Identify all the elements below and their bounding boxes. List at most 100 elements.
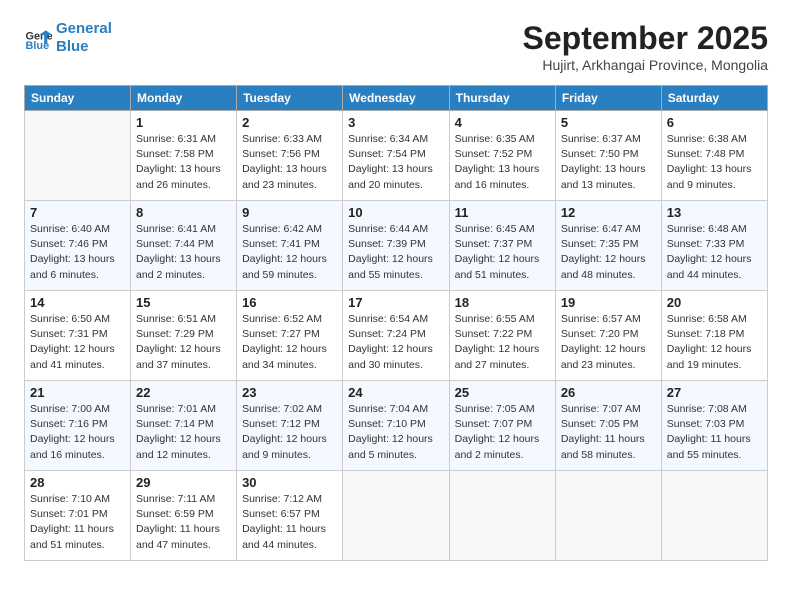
- day-info: Sunrise: 6:51 AM Sunset: 7:29 PM Dayligh…: [136, 312, 231, 373]
- day-number: 26: [561, 385, 656, 400]
- calendar-cell: 6 Sunrise: 6:38 AM Sunset: 7:48 PM Daylig…: [661, 111, 767, 201]
- day-info: Sunrise: 6:55 AM Sunset: 7:22 PM Dayligh…: [455, 312, 550, 373]
- calendar-cell: 3 Sunrise: 6:34 AM Sunset: 7:54 PM Daylig…: [343, 111, 449, 201]
- calendar-week-row: 1 Sunrise: 6:31 AM Sunset: 7:58 PM Daylig…: [25, 111, 768, 201]
- day-number: 3: [348, 115, 443, 130]
- day-number: 4: [455, 115, 550, 130]
- month-title: September 2025: [523, 20, 768, 57]
- calendar-cell: 26 Sunrise: 7:07 AM Sunset: 7:05 PM Dayli…: [555, 381, 661, 471]
- calendar-cell: 2 Sunrise: 6:33 AM Sunset: 7:56 PM Daylig…: [237, 111, 343, 201]
- calendar-cell: 13 Sunrise: 6:48 AM Sunset: 7:33 PM Dayli…: [661, 201, 767, 291]
- day-number: 30: [242, 475, 337, 490]
- day-info: Sunrise: 7:05 AM Sunset: 7:07 PM Dayligh…: [455, 402, 550, 463]
- day-number: 8: [136, 205, 231, 220]
- day-number: 28: [30, 475, 125, 490]
- day-info: Sunrise: 6:44 AM Sunset: 7:39 PM Dayligh…: [348, 222, 443, 283]
- day-number: 19: [561, 295, 656, 310]
- col-monday: Monday: [131, 86, 237, 111]
- col-wednesday: Wednesday: [343, 86, 449, 111]
- day-info: Sunrise: 6:31 AM Sunset: 7:58 PM Dayligh…: [136, 132, 231, 193]
- day-info: Sunrise: 6:35 AM Sunset: 7:52 PM Dayligh…: [455, 132, 550, 193]
- day-info: Sunrise: 7:11 AM Sunset: 6:59 PM Dayligh…: [136, 492, 231, 553]
- day-info: Sunrise: 7:04 AM Sunset: 7:10 PM Dayligh…: [348, 402, 443, 463]
- day-number: 21: [30, 385, 125, 400]
- col-sunday: Sunday: [25, 86, 131, 111]
- day-info: Sunrise: 7:08 AM Sunset: 7:03 PM Dayligh…: [667, 402, 762, 463]
- day-info: Sunrise: 6:38 AM Sunset: 7:48 PM Dayligh…: [667, 132, 762, 193]
- calendar-cell: 30 Sunrise: 7:12 AM Sunset: 6:57 PM Dayli…: [237, 471, 343, 561]
- day-number: 24: [348, 385, 443, 400]
- calendar-cell: 8Sunrise: 6:41 AM Sunset: 7:44 PM Daylig…: [131, 201, 237, 291]
- calendar-week-row: 28 Sunrise: 7:10 AM Sunset: 7:01 PM Dayli…: [25, 471, 768, 561]
- day-number: 11: [455, 205, 550, 220]
- day-info: Sunrise: 6:52 AM Sunset: 7:27 PM Dayligh…: [242, 312, 337, 373]
- day-number: 22: [136, 385, 231, 400]
- day-number: 23: [242, 385, 337, 400]
- day-number: 1: [136, 115, 231, 130]
- day-number: 27: [667, 385, 762, 400]
- day-info: Sunrise: 6:33 AM Sunset: 7:56 PM Dayligh…: [242, 132, 337, 193]
- logo-text: GeneralBlue: [56, 20, 112, 56]
- calendar-week-row: 21 Sunrise: 7:00 AM Sunset: 7:16 PM Dayli…: [25, 381, 768, 471]
- title-area: September 2025 Hujirt, Arkhangai Provinc…: [523, 20, 768, 73]
- calendar-cell: [343, 471, 449, 561]
- calendar-cell: 21 Sunrise: 7:00 AM Sunset: 7:16 PM Dayli…: [25, 381, 131, 471]
- calendar-cell: 22 Sunrise: 7:01 AM Sunset: 7:14 PM Dayli…: [131, 381, 237, 471]
- header: General Blue GeneralBlue September 2025 …: [24, 20, 768, 73]
- calendar-cell: 11 Sunrise: 6:45 AM Sunset: 7:37 PM Dayli…: [449, 201, 555, 291]
- day-number: 16: [242, 295, 337, 310]
- day-info: Sunrise: 7:07 AM Sunset: 7:05 PM Dayligh…: [561, 402, 656, 463]
- day-info: Sunrise: 6:45 AM Sunset: 7:37 PM Dayligh…: [455, 222, 550, 283]
- calendar-cell: 24 Sunrise: 7:04 AM Sunset: 7:10 PM Dayli…: [343, 381, 449, 471]
- calendar-cell: 19 Sunrise: 6:57 AM Sunset: 7:20 PM Dayli…: [555, 291, 661, 381]
- calendar-cell: 25Sunrise: 7:05 AM Sunset: 7:07 PM Dayli…: [449, 381, 555, 471]
- day-info: Sunrise: 6:40 AM Sunset: 7:46 PM Dayligh…: [30, 222, 125, 283]
- day-number: 6: [667, 115, 762, 130]
- col-thursday: Thursday: [449, 86, 555, 111]
- day-info: Sunrise: 7:01 AM Sunset: 7:14 PM Dayligh…: [136, 402, 231, 463]
- day-info: Sunrise: 6:57 AM Sunset: 7:20 PM Dayligh…: [561, 312, 656, 373]
- calendar-cell: 1 Sunrise: 6:31 AM Sunset: 7:58 PM Daylig…: [131, 111, 237, 201]
- location-subtitle: Hujirt, Arkhangai Province, Mongolia: [523, 57, 768, 73]
- logo: General Blue GeneralBlue: [24, 20, 112, 56]
- calendar-cell: 28 Sunrise: 7:10 AM Sunset: 7:01 PM Dayli…: [25, 471, 131, 561]
- day-info: Sunrise: 6:37 AM Sunset: 7:50 PM Dayligh…: [561, 132, 656, 193]
- calendar-cell: 27 Sunrise: 7:08 AM Sunset: 7:03 PM Dayli…: [661, 381, 767, 471]
- day-info: Sunrise: 6:54 AM Sunset: 7:24 PM Dayligh…: [348, 312, 443, 373]
- day-info: Sunrise: 7:12 AM Sunset: 6:57 PM Dayligh…: [242, 492, 337, 553]
- calendar-cell: 16 Sunrise: 6:52 AM Sunset: 7:27 PM Dayli…: [237, 291, 343, 381]
- day-number: 9: [242, 205, 337, 220]
- calendar-cell: 12Sunrise: 6:47 AM Sunset: 7:35 PM Dayli…: [555, 201, 661, 291]
- calendar-cell: 20 Sunrise: 6:58 AM Sunset: 7:18 PM Dayli…: [661, 291, 767, 381]
- calendar-cell: 4 Sunrise: 6:35 AM Sunset: 7:52 PM Daylig…: [449, 111, 555, 201]
- day-number: 29: [136, 475, 231, 490]
- day-info: Sunrise: 7:00 AM Sunset: 7:16 PM Dayligh…: [30, 402, 125, 463]
- calendar-cell: 5 Sunrise: 6:37 AM Sunset: 7:50 PM Daylig…: [555, 111, 661, 201]
- calendar-cell: 23Sunrise: 7:02 AM Sunset: 7:12 PM Dayli…: [237, 381, 343, 471]
- calendar-cell: 17Sunrise: 6:54 AM Sunset: 7:24 PM Dayli…: [343, 291, 449, 381]
- day-number: 5: [561, 115, 656, 130]
- day-number: 10: [348, 205, 443, 220]
- day-info: Sunrise: 6:47 AM Sunset: 7:35 PM Dayligh…: [561, 222, 656, 283]
- day-info: Sunrise: 6:58 AM Sunset: 7:18 PM Dayligh…: [667, 312, 762, 373]
- calendar-cell: 14Sunrise: 6:50 AM Sunset: 7:31 PM Dayli…: [25, 291, 131, 381]
- day-number: 13: [667, 205, 762, 220]
- calendar-cell: [555, 471, 661, 561]
- day-info: Sunrise: 6:48 AM Sunset: 7:33 PM Dayligh…: [667, 222, 762, 283]
- calendar-week-row: 14Sunrise: 6:50 AM Sunset: 7:31 PM Dayli…: [25, 291, 768, 381]
- day-number: 18: [455, 295, 550, 310]
- calendar-table: Sunday Monday Tuesday Wednesday Thursday…: [24, 85, 768, 561]
- calendar-cell: [449, 471, 555, 561]
- day-number: 2: [242, 115, 337, 130]
- calendar-cell: 9Sunrise: 6:42 AM Sunset: 7:41 PM Daylig…: [237, 201, 343, 291]
- col-friday: Friday: [555, 86, 661, 111]
- day-number: 20: [667, 295, 762, 310]
- calendar-cell: 29 Sunrise: 7:11 AM Sunset: 6:59 PM Dayli…: [131, 471, 237, 561]
- day-number: 14: [30, 295, 125, 310]
- col-saturday: Saturday: [661, 86, 767, 111]
- calendar-cell: 15 Sunrise: 6:51 AM Sunset: 7:29 PM Dayli…: [131, 291, 237, 381]
- day-info: Sunrise: 6:34 AM Sunset: 7:54 PM Dayligh…: [348, 132, 443, 193]
- day-number: 15: [136, 295, 231, 310]
- day-info: Sunrise: 7:10 AM Sunset: 7:01 PM Dayligh…: [30, 492, 125, 553]
- calendar-header-row: Sunday Monday Tuesday Wednesday Thursday…: [25, 86, 768, 111]
